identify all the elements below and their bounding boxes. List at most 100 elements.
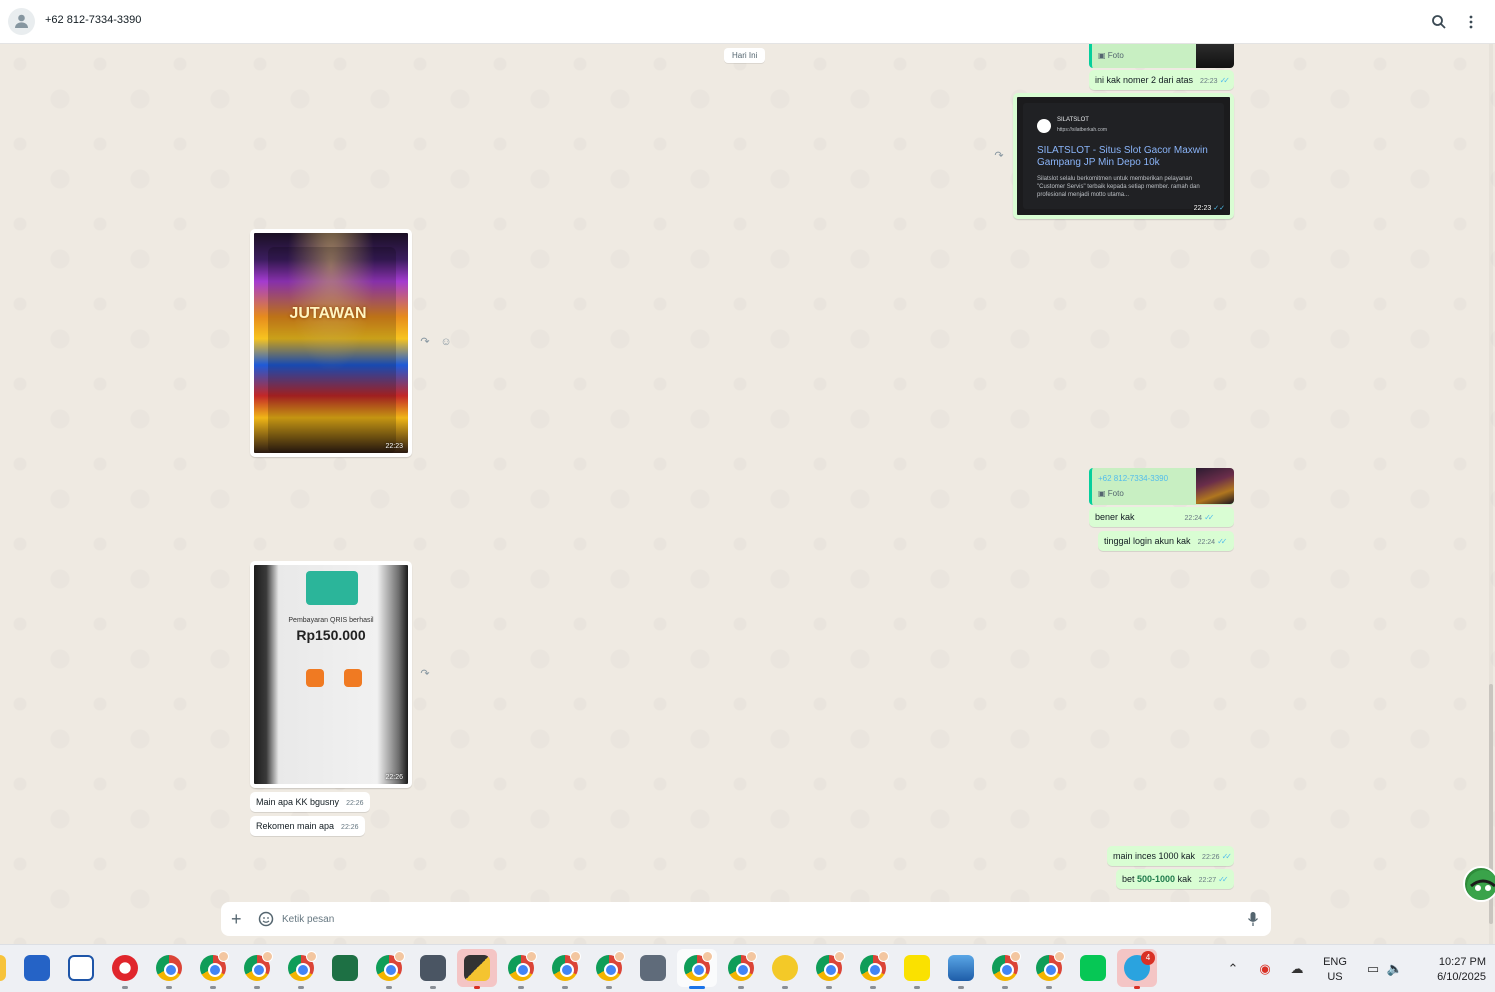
message-text: main inces 1000 kak <box>1113 851 1196 861</box>
sticker-emoji-icon[interactable] <box>258 911 274 932</box>
running-indicator <box>254 986 260 989</box>
receipt-icon <box>306 669 324 687</box>
image-message[interactable]: JUTAWAN 22:23 <box>250 229 412 457</box>
message-input[interactable] <box>282 909 1222 929</box>
menu-icon[interactable] <box>1464 13 1478 31</box>
microphone-icon[interactable] <box>1247 911 1259 932</box>
chrome-profile-icon[interactable] <box>288 951 317 981</box>
volume-icon[interactable]: 🔈 <box>1386 961 1404 977</box>
outgoing-message[interactable]: bener kak 22:24 ✓✓ <box>1089 507 1234 527</box>
profile-avatar <box>614 951 625 962</box>
read-ticks-icon: ✓✓ <box>1219 76 1231 85</box>
running-indicator <box>518 986 524 989</box>
kakaotalk-icon[interactable] <box>904 955 930 981</box>
chrome-profile-icon[interactable] <box>376 951 405 981</box>
site-logo-icon <box>1037 119 1051 133</box>
telegram-icon[interactable]: 4 <box>1124 951 1155 981</box>
profile-avatar <box>878 951 889 962</box>
link-site-name: SILATSLOT <box>1057 117 1089 123</box>
read-ticks-icon: ✓✓ <box>1204 513 1215 522</box>
line-app-icon[interactable] <box>1080 955 1106 981</box>
chrome-profile-icon[interactable] <box>1036 951 1065 981</box>
image-amount: Rp150.000 <box>296 627 366 643</box>
emoji-react-icon[interactable]: ☺ <box>438 334 454 350</box>
quote-thumbnail <box>1196 468 1234 504</box>
message-time: 22:23 <box>385 443 403 450</box>
image-message[interactable]: Pembayaran QRIS berhasil Rp150.000 22:26 <box>250 561 412 788</box>
running-indicator <box>386 986 392 989</box>
excel-icon[interactable] <box>332 955 358 981</box>
message-time: 22:26 <box>341 824 359 831</box>
chrome-profile-icon[interactable] <box>552 951 581 981</box>
chevron-up-icon[interactable]: ⌃ <box>1224 961 1242 977</box>
chat-app-icon[interactable] <box>772 955 798 981</box>
calculator-icon[interactable] <box>640 955 666 981</box>
sticky-notes-icon[interactable] <box>464 955 490 981</box>
opera-browser-icon[interactable] <box>112 955 138 981</box>
chrome-profile-icon[interactable] <box>860 951 889 981</box>
chrome-profile-icon[interactable] <box>816 951 845 981</box>
unread-badge: 4 <box>1141 951 1155 965</box>
quoted-message[interactable]: ▣ Foto <box>1089 44 1234 68</box>
outgoing-message[interactable]: tinggal login akun kak 22:24 ✓✓ <box>1098 531 1234 551</box>
message-time: 22:27 <box>1198 877 1217 884</box>
message-text: Main apa KK bgusny <box>256 797 340 807</box>
outgoing-message[interactable]: bet 500-1000 kak 22:27 ✓✓ <box>1116 869 1234 889</box>
running-indicator <box>870 986 876 989</box>
attach-plus-icon[interactable]: + <box>231 909 245 929</box>
photos-icon[interactable] <box>948 955 974 981</box>
profile-avatar <box>746 951 757 962</box>
quote-thumbnail <box>1196 44 1234 68</box>
contact-avatar[interactable] <box>8 8 35 35</box>
link-description: Silatslot selalu berkomitmen untuk membe… <box>1037 176 1200 198</box>
floating-sticker-image[interactable] <box>1463 866 1495 902</box>
mail-app-icon[interactable] <box>420 955 446 981</box>
chrome-profile-icon[interactable] <box>596 951 625 981</box>
quoted-message[interactable]: +62 812-7334-3390 ▣ Foto <box>1089 468 1234 505</box>
profile-avatar <box>526 951 537 962</box>
chrome-profile-icon[interactable] <box>992 951 1021 981</box>
share-icon <box>344 669 362 687</box>
network-icon[interactable]: ▭ <box>1364 961 1382 977</box>
news-icon[interactable] <box>68 955 94 981</box>
chrome-profile-icon[interactable] <box>684 951 713 981</box>
running-indicator <box>914 986 920 989</box>
clock[interactable]: 10:27 PM 6/10/2025 <box>1412 955 1486 985</box>
profile-avatar <box>1010 951 1021 962</box>
image-message[interactable]: SILATSLOT https://silatberkah.com SILATS… <box>1013 93 1234 219</box>
chrome-profile-icon[interactable] <box>728 951 757 981</box>
forward-icon[interactable]: ↷ <box>991 148 1007 164</box>
windows-taskbar: 4 ⌃ ◉ ☁ ENG US ▭ 🔈 10:27 PM 6/10/2025 <box>0 944 1495 992</box>
cloud-offline-icon[interactable]: ☁ <box>1288 961 1306 977</box>
message-text: bener kak <box>1095 512 1135 522</box>
incoming-message[interactable]: Main apa KK bgusny 22:26 <box>250 792 370 812</box>
chrome-profile-icon[interactable] <box>244 951 273 981</box>
running-indicator <box>122 986 128 989</box>
forward-icon[interactable]: ↷ <box>417 334 433 350</box>
message-time: 22:24 <box>1197 539 1216 546</box>
outgoing-message[interactable]: ini kak nomer 2 dari atas 22:23 ✓✓ <box>1089 70 1234 90</box>
chrome-icon[interactable] <box>156 955 182 981</box>
chrome-profile-icon[interactable] <box>200 951 229 981</box>
forward-icon[interactable]: ↷ <box>417 666 433 682</box>
profile-avatar <box>1054 951 1065 962</box>
widgets-icon[interactable] <box>0 955 6 981</box>
store-icon[interactable] <box>24 955 50 981</box>
image-text: JUTAWAN <box>289 305 367 322</box>
quote-photo-label: ▣ Foto <box>1098 489 1124 498</box>
incoming-message[interactable]: Rekomen main apa 22:26 <box>250 816 365 836</box>
running-indicator <box>958 986 964 989</box>
running-indicator <box>210 986 216 989</box>
security-tray-icon[interactable]: ◉ <box>1256 961 1274 977</box>
profile-avatar <box>570 951 581 962</box>
profile-avatar <box>702 951 713 962</box>
contact-name[interactable]: +62 812-7334-3390 <box>45 14 141 26</box>
running-indicator <box>782 986 788 989</box>
language-indicator[interactable]: ENG US <box>1318 955 1352 985</box>
link-preview-screen: SILATSLOT https://silatberkah.com SILATS… <box>1023 103 1224 209</box>
chat-area[interactable]: Hari Ini ▣ Foto ini kak nomer 2 dari ata… <box>0 44 1495 944</box>
outgoing-message[interactable]: main inces 1000 kak 22:26 ✓✓ <box>1107 846 1234 866</box>
search-icon[interactable] <box>1430 13 1448 31</box>
chrome-profile-icon[interactable] <box>508 951 537 981</box>
running-indicator <box>166 986 172 989</box>
